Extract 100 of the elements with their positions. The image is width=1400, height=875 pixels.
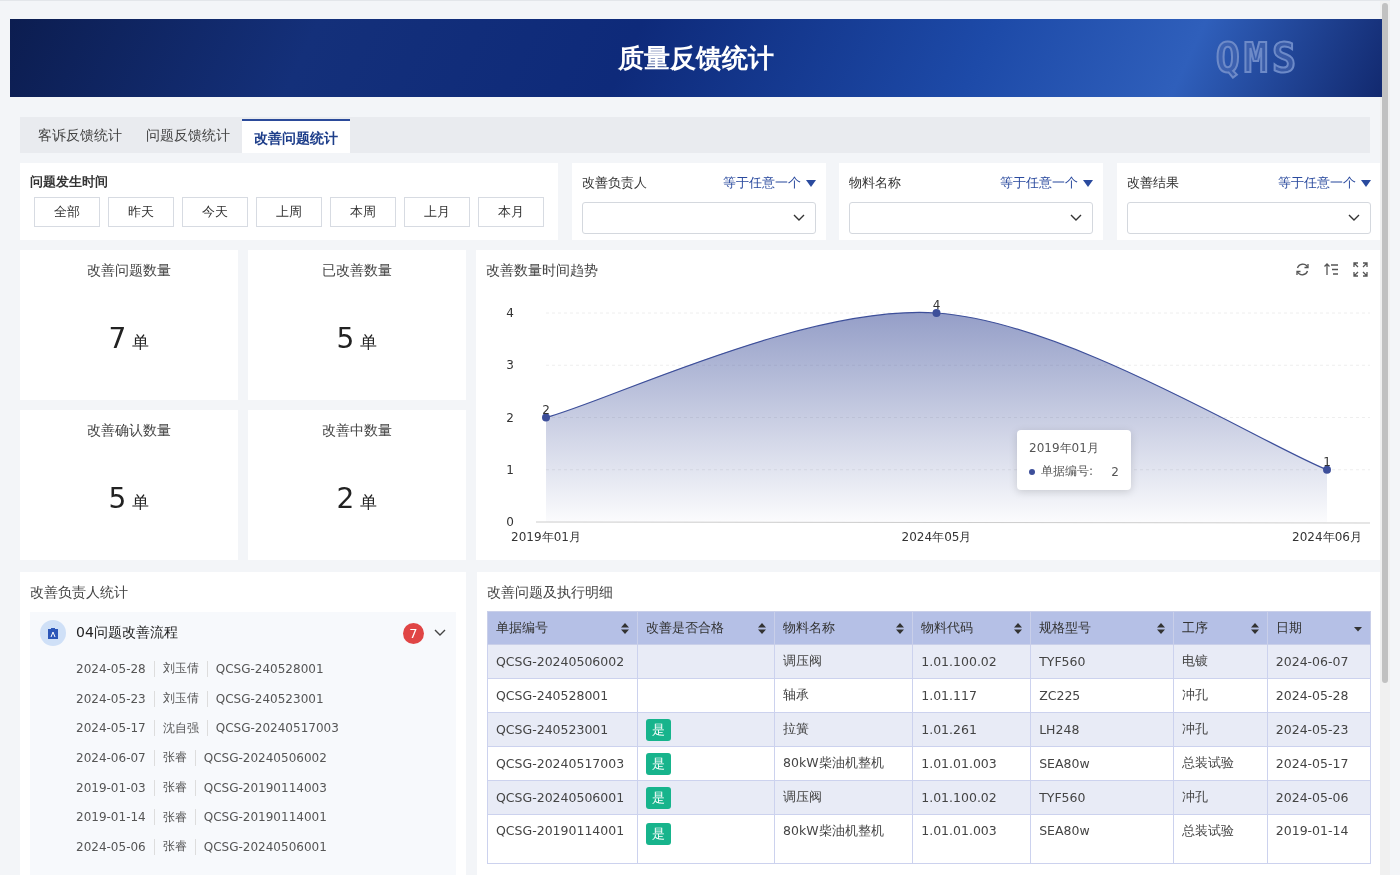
operator-dropdown[interactable]: 等于任意一个 — [1277, 174, 1371, 192]
table-cell: TYF560 — [1030, 780, 1174, 815]
filter-label: 改善结果 — [1126, 174, 1179, 192]
filter-label: 问题发生时间 — [30, 173, 109, 191]
fullscreen-icon[interactable] — [1353, 262, 1368, 277]
item-code: QCSG-240528001 — [215, 661, 324, 676]
select-field[interactable] — [849, 202, 1094, 234]
tab[interactable]: 问题反馈统计 — [134, 117, 242, 153]
filter-label: 物料名称 — [849, 174, 902, 192]
data-point[interactable] — [932, 309, 941, 317]
axis-tick-label: 0 — [506, 515, 514, 529]
scrollbar-thumb[interactable] — [1382, 3, 1388, 683]
data-label: 4 — [932, 298, 941, 312]
item-person: 刘玉倩 — [162, 690, 199, 708]
sort-icon[interactable] — [1157, 622, 1166, 634]
table-cell: 调压阀 — [774, 780, 913, 815]
column-header[interactable]: 单据编号 — [487, 611, 637, 645]
table-cell: QCSG-20240506001 — [487, 780, 637, 815]
date-range-button[interactable]: 全部 — [34, 197, 100, 227]
column-header[interactable]: 工序 — [1173, 611, 1268, 645]
table-cell: 80kW柴油机整机 — [774, 746, 913, 781]
table-cell: 2019-01-14 — [1267, 814, 1371, 864]
column-header[interactable]: 改善是否合格 — [637, 611, 775, 645]
column-header[interactable]: 规格型号 — [1030, 611, 1174, 645]
date-range-button[interactable]: 昨天 — [108, 197, 174, 227]
tab[interactable]: 客诉反馈统计 — [26, 117, 134, 153]
stat-value: 5 — [108, 482, 127, 515]
table-cell: 拉簧 — [774, 712, 913, 747]
select-field[interactable] — [1126, 202, 1371, 234]
item-date: 2019-01-03 — [76, 780, 146, 795]
item-date: 2024-05-23 — [76, 691, 146, 706]
tab[interactable]: 改善问题统计 — [242, 119, 350, 153]
stat-value: 2 — [336, 482, 355, 515]
item-person: 沈自强 — [162, 719, 199, 737]
item-code: QCSG-20190114001 — [203, 810, 327, 825]
axis-tick-label: 2019年01月 — [511, 530, 581, 544]
table-cell: ZC225 — [1030, 678, 1174, 713]
item-code: QCSG-20240517003 — [215, 721, 339, 736]
tooltip-title: 2019年01月 — [1029, 440, 1100, 457]
count-badge: 7 — [403, 622, 424, 644]
table-cell: 1.01.01.003 — [912, 814, 1031, 864]
item-date: 2019-01-14 — [76, 810, 146, 825]
panel-title: 改善问题及执行明细 — [487, 584, 613, 602]
axis-tick-label: 1 — [506, 462, 514, 477]
page-title: 质量反馈统计 — [618, 41, 774, 75]
table-cell: 2024-05-28 — [1267, 678, 1371, 713]
table-cell: 2024-05-06 — [1267, 780, 1371, 815]
refresh-icon[interactable] — [1295, 262, 1310, 277]
column-header[interactable]: 日期 — [1267, 611, 1371, 645]
table-cell: 1.01.261 — [912, 712, 1031, 747]
logo-text: QMS — [1215, 35, 1300, 81]
status-tag: 是 — [645, 752, 671, 775]
data-point[interactable] — [1323, 465, 1331, 474]
table-cell: 冲孔 — [1173, 678, 1268, 713]
stat-unit: 单 — [132, 491, 150, 514]
item-person: 刘玉倩 — [162, 660, 199, 678]
date-range-button[interactable]: 本周 — [330, 197, 396, 227]
tooltip-value: 2 — [1111, 464, 1119, 479]
table-cell: SEA80w — [1030, 814, 1174, 864]
select-field[interactable] — [581, 202, 816, 234]
stat-value: 5 — [336, 322, 355, 355]
item-date: 2024-05-28 — [76, 661, 146, 676]
chevron-down-icon[interactable] — [434, 629, 446, 637]
operator-dropdown[interactable]: 等于任意一个 — [1000, 174, 1094, 192]
table-cell: 1.01.100.02 — [912, 644, 1031, 679]
column-header[interactable]: 物料名称 — [774, 611, 913, 645]
item-code: QCSG-240523001 — [215, 691, 324, 706]
table-cell: QCSG-240523001 — [487, 712, 637, 747]
sort-icon[interactable] — [896, 622, 905, 634]
stat-label: 改善确认数量 — [87, 422, 171, 440]
date-range-button[interactable]: 上周 — [256, 197, 322, 227]
item-date: 2024-05-06 — [76, 839, 146, 854]
stat-label: 改善问题数量 — [87, 262, 171, 280]
table-cell: 总装试验 — [1173, 746, 1268, 781]
sort-icon[interactable] — [758, 622, 766, 634]
column-header[interactable]: 物料代码 — [912, 611, 1031, 645]
date-range-button[interactable]: 今天 — [182, 197, 248, 227]
stat-label: 已改善数量 — [322, 262, 392, 280]
date-range-button[interactable]: 上月 — [404, 197, 470, 227]
stat-unit: 单 — [360, 491, 378, 514]
scrollbar[interactable] — [1380, 1, 1390, 875]
item-person: 张睿 — [162, 808, 187, 826]
sort-icon[interactable] — [1014, 622, 1023, 634]
panel-title: 改善负责人统计 — [30, 584, 128, 602]
sort-icon[interactable] — [620, 622, 629, 634]
status-tag: 是 — [645, 823, 671, 845]
operator-dropdown[interactable]: 等于任意一个 — [722, 174, 816, 192]
axis-tick-label: 3 — [506, 358, 514, 373]
table-cell: QCSG-20240506002 — [487, 644, 637, 679]
item-person: 张睿 — [162, 838, 187, 856]
chevron-down-icon — [1070, 214, 1083, 222]
sort-icon[interactable] — [1324, 262, 1339, 277]
stat-label: 改善中数量 — [322, 422, 392, 440]
data-point[interactable] — [542, 413, 550, 422]
sort-icon[interactable] — [1250, 622, 1259, 634]
table-cell: 1.01.01.003 — [912, 746, 1031, 781]
stat-value: 7 — [108, 322, 127, 355]
group-name[interactable]: 04问题改善流程 — [76, 624, 393, 642]
date-range-button[interactable]: 本月 — [478, 197, 544, 227]
axis-tick-label: 4 — [506, 306, 514, 320]
